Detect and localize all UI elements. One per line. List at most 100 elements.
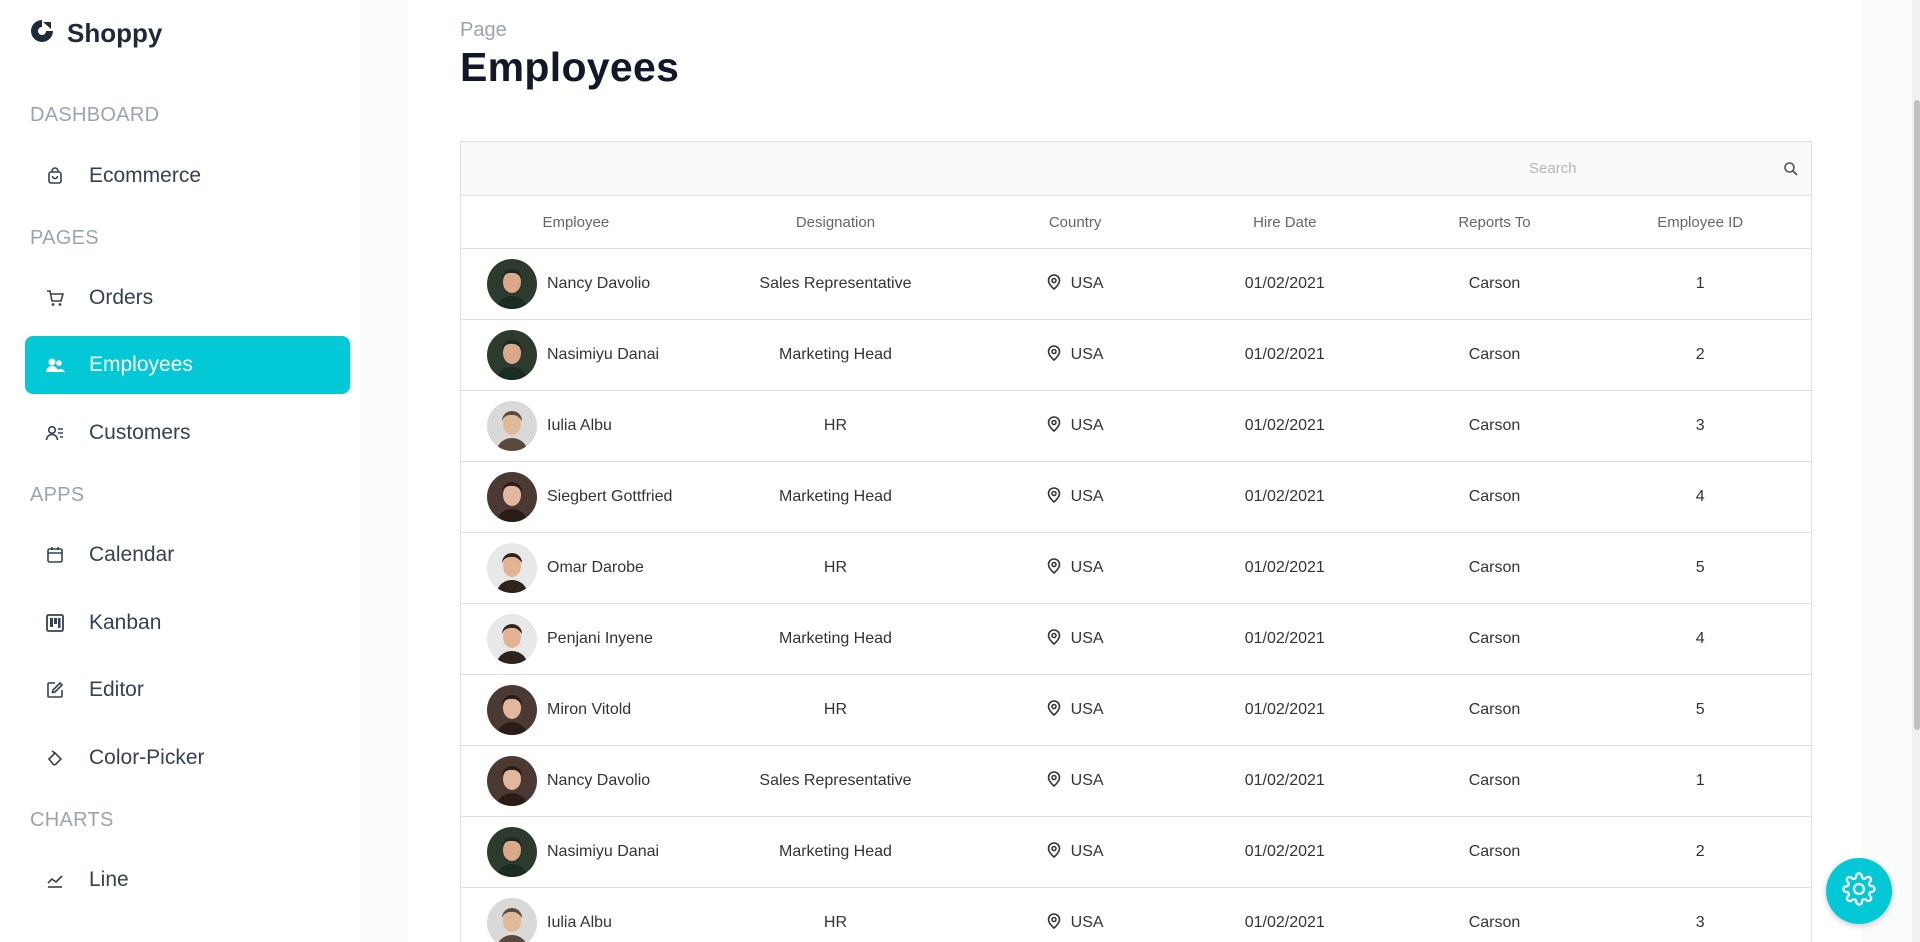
table-row[interactable]: Nancy Davolio Sales Representative USA 0… — [461, 746, 1811, 817]
search-icon[interactable] — [1771, 142, 1811, 195]
country-cell: USA — [980, 604, 1170, 674]
reports-to-cell: Carson — [1468, 701, 1521, 718]
sidebar-item-label: Orders — [89, 286, 154, 309]
employee-id-cell: 5 — [1695, 559, 1705, 576]
country-name: USA — [1070, 630, 1104, 647]
country-cell: USA — [980, 533, 1170, 603]
cart-icon — [45, 288, 65, 308]
employee-id-cell: 3 — [1695, 417, 1705, 434]
gear-icon — [1842, 871, 1876, 911]
calendar-icon — [45, 545, 65, 565]
location-pin-icon — [1047, 273, 1061, 295]
designation-cell: HR — [823, 417, 848, 434]
designation-cell: HR — [823, 914, 848, 931]
reports-to-cell: Carson — [1468, 559, 1521, 576]
employee-name: Nancy Davolio — [547, 772, 651, 789]
hire-date-cell: 01/02/2021 — [1244, 914, 1325, 931]
country-cell: USA — [980, 888, 1170, 942]
country-cell: USA — [980, 746, 1170, 816]
employee-cell: Nancy Davolio — [461, 249, 691, 319]
scrollbar-thumb[interactable] — [1914, 100, 1920, 730]
location-pin-icon — [1047, 344, 1061, 366]
employee-cell: Siegbert Gottfried — [461, 462, 691, 532]
reports-to-cell: Carson — [1468, 630, 1521, 647]
employee-id-cell: 3 — [1695, 914, 1705, 931]
sidebar-item-label: Kanban — [89, 611, 162, 634]
hire-date-cell: 01/02/2021 — [1244, 559, 1325, 576]
table-row[interactable]: Nancy Davolio Sales Representative USA 0… — [461, 249, 1811, 320]
sidebar-item-kanban[interactable]: Kanban — [25, 594, 350, 652]
employee-cell: Iulia Albu — [461, 391, 691, 461]
table-row[interactable]: Nasimiyu Danai Marketing Head USA 01/02/… — [461, 320, 1811, 391]
country-name: USA — [1070, 275, 1104, 292]
employee-name: Penjani Inyene — [547, 630, 653, 647]
country-cell: USA — [980, 249, 1170, 319]
table-row[interactable]: Siegbert Gottfried Marketing Head USA 01… — [461, 462, 1811, 533]
customers-icon — [45, 423, 65, 443]
column-header-reports-to[interactable]: Reports To — [1400, 196, 1590, 248]
sidebar: Shoppy DASHBOARD Ecommerce PAGES Orders … — [0, 0, 360, 942]
page-scrollbar[interactable] — [1912, 0, 1920, 942]
location-pin-icon — [1047, 699, 1061, 721]
section-label-pages: PAGES — [30, 227, 99, 249]
reports-to-cell: Carson — [1468, 346, 1521, 363]
hire-date-cell: 01/02/2021 — [1244, 346, 1325, 363]
country-cell: USA — [980, 817, 1170, 887]
designation-cell: Sales Representative — [759, 772, 912, 789]
location-pin-icon — [1047, 557, 1061, 579]
designation-cell: Marketing Head — [778, 843, 892, 860]
employee-id-cell: 1 — [1695, 275, 1705, 292]
hire-date-cell: 01/02/2021 — [1244, 488, 1325, 505]
hire-date-cell: 01/02/2021 — [1244, 701, 1325, 718]
sidebar-item-color-picker[interactable]: Color-Picker — [25, 729, 350, 787]
brand-name: Shoppy — [67, 18, 163, 48]
section-label-dashboard: DASHBOARD — [30, 104, 160, 126]
sidebar-item-label: Customers — [89, 421, 191, 444]
table-row[interactable]: Miron Vitold HR USA 01/02/2021 Carson 5 — [461, 675, 1811, 746]
settings-button[interactable] — [1826, 858, 1892, 924]
sidebar-item-line[interactable]: Line — [25, 851, 350, 909]
table-body: Nancy Davolio Sales Representative USA 0… — [461, 249, 1811, 942]
sidebar-item-editor[interactable]: Editor — [25, 661, 350, 719]
table-row[interactable]: Iulia Albu HR USA 01/02/2021 Carson 3 — [461, 391, 1811, 462]
sidebar-item-ecommerce[interactable]: Ecommerce — [25, 147, 350, 205]
location-pin-icon — [1047, 770, 1061, 792]
avatar — [487, 543, 537, 593]
employee-cell: Nancy Davolio — [461, 746, 691, 816]
employee-id-cell: 4 — [1695, 630, 1705, 647]
table-row[interactable]: Omar Darobe HR USA 01/02/2021 Carson 5 — [461, 533, 1811, 604]
sidebar-item-calendar[interactable]: Calendar — [25, 526, 350, 584]
column-header-country[interactable]: Country — [980, 196, 1170, 248]
sidebar-item-label: Calendar — [89, 543, 175, 566]
country-cell: USA — [980, 462, 1170, 532]
location-pin-icon — [1047, 628, 1061, 650]
table-row[interactable]: Iulia Albu HR USA 01/02/2021 Carson 3 — [461, 888, 1811, 942]
column-header-hire-date[interactable]: Hire Date — [1170, 196, 1400, 248]
sidebar-item-customers[interactable]: Customers — [25, 404, 350, 462]
search-input[interactable] — [1511, 160, 1771, 177]
country-name: USA — [1070, 346, 1104, 363]
search-box[interactable] — [1511, 142, 1811, 195]
reports-to-cell: Carson — [1468, 417, 1521, 434]
country-name: USA — [1070, 701, 1104, 718]
employee-name: Miron Vitold — [547, 701, 632, 718]
employee-id-cell: 2 — [1695, 843, 1705, 860]
employee-name: Nancy Davolio — [547, 275, 651, 292]
sidebar-item-orders[interactable]: Orders — [25, 269, 350, 327]
employee-id-cell: 1 — [1695, 772, 1705, 789]
avatar — [487, 756, 537, 806]
employee-cell: Nasimiyu Danai — [461, 320, 691, 390]
sidebar-item-employees[interactable]: Employees — [25, 336, 350, 394]
column-header-designation[interactable]: Designation — [691, 196, 981, 248]
line-chart-icon — [45, 870, 65, 890]
shoppy-logo-icon — [29, 18, 55, 49]
column-header-employee-id[interactable]: Employee ID — [1589, 196, 1811, 248]
table-row[interactable]: Penjani Inyene Marketing Head USA 01/02/… — [461, 604, 1811, 675]
column-header-employee[interactable]: Employee — [461, 196, 691, 248]
designation-cell: Marketing Head — [778, 488, 892, 505]
designation-cell: Sales Representative — [759, 275, 912, 292]
brand-logo[interactable]: Shoppy — [29, 18, 162, 49]
table-row[interactable]: Nasimiyu Danai Marketing Head USA 01/02/… — [461, 817, 1811, 888]
country-name: USA — [1070, 914, 1104, 931]
country-name: USA — [1070, 488, 1104, 505]
